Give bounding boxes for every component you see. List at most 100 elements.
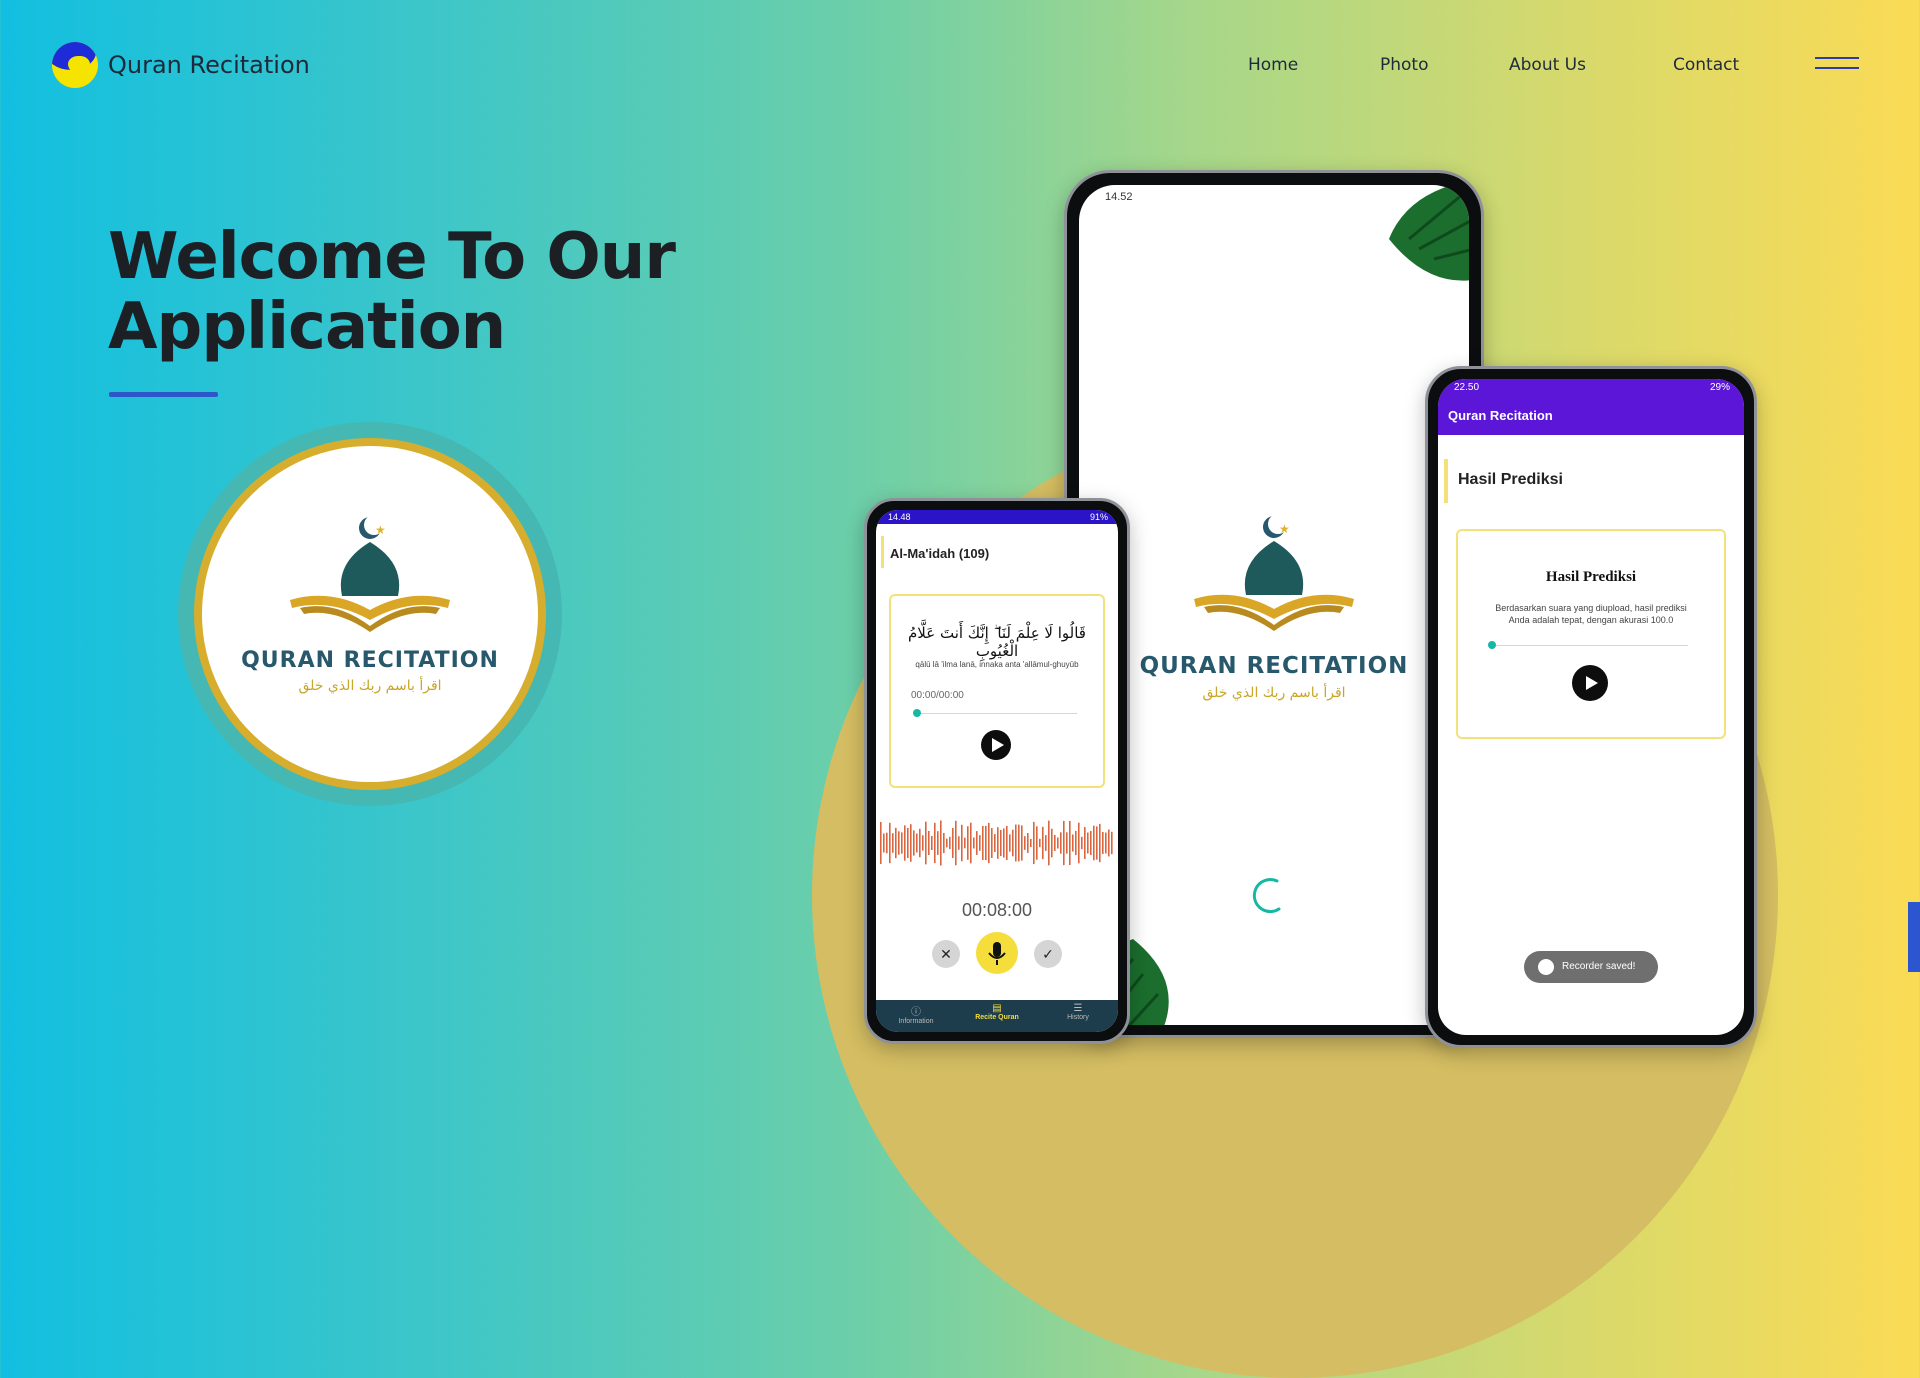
waveform-bar	[898, 831, 900, 855]
waveform-bar	[1090, 831, 1092, 855]
waveform-bar	[901, 832, 903, 854]
waveform-bar	[907, 827, 909, 859]
waveform-bar	[1033, 821, 1035, 865]
waveform-bar	[1018, 824, 1020, 862]
waveform-bar	[952, 828, 954, 858]
history-icon: ☰	[1073, 1003, 1083, 1014]
splash-screen: 14.52 ★ QURAN RECITATION اقرأ باسم ربك ا…	[1079, 185, 1469, 1025]
waveform-bar	[943, 832, 945, 854]
hamburger-menu-icon[interactable]	[1815, 57, 1859, 73]
waveform-bar	[1081, 836, 1083, 850]
toast: Recorder saved!	[1524, 951, 1658, 983]
nav-contact-link[interactable]: Contact	[1673, 55, 1739, 75]
seek-track[interactable]	[913, 713, 1077, 714]
status-battery: 29%	[1709, 382, 1730, 393]
svg-text:★: ★	[1279, 522, 1290, 536]
bottom-nav: ⓘ Information ▤ Recite Quran ☰ History	[876, 1000, 1118, 1032]
waveform-bar	[1063, 820, 1065, 866]
waveform-bar	[910, 824, 912, 862]
waveform-bar	[1099, 823, 1101, 863]
seek-handle[interactable]	[1488, 641, 1496, 649]
waveform-bar	[1009, 834, 1011, 852]
time-progress: 00:00/00:00	[911, 690, 964, 701]
waveform-bar	[1060, 832, 1062, 854]
splash-arabic: اقرأ باسم ربك الذي خلق	[1202, 685, 1346, 701]
record-timer: 00:08:00	[961, 900, 1033, 920]
waveform-bar	[970, 822, 972, 864]
waveform-bar	[1102, 832, 1104, 854]
waveform-bar	[1108, 829, 1110, 857]
toast-text: Recorder saved!	[1562, 961, 1636, 972]
waveform-bar	[1096, 826, 1098, 860]
logo-name: QURAN RECITATION	[241, 648, 499, 673]
transliteration: qālū lā 'ilma lanā, innaka anta 'allāmul…	[915, 660, 1079, 669]
section-title: Hasil Prediksi	[1458, 471, 1563, 488]
mosque-book-icon: ★	[290, 515, 450, 632]
arabic-verse: قَالُوا لَا عِلْمَ لَنَا ۖ إِنَّكَ أَنتَ…	[908, 624, 1086, 660]
status-bar: 14.48 91%	[876, 510, 1118, 524]
waveform-bar	[931, 836, 933, 850]
waveform-bar	[949, 836, 951, 850]
waveform-bar	[967, 826, 969, 860]
app-logo: ★ QURAN RECITATION اقرأ باسم ربك الذي خل…	[202, 446, 538, 782]
waveform-bar	[1015, 824, 1017, 862]
waveform-bar	[1000, 829, 1002, 857]
waveform-bar	[994, 834, 996, 852]
bottom-nav-information[interactable]: ⓘ Information	[876, 1003, 956, 1025]
side-tab[interactable]	[1908, 902, 1920, 972]
status-time: 14.52	[1105, 191, 1133, 203]
waveform-bar	[1069, 820, 1071, 866]
bottom-nav-label: Information	[898, 1018, 934, 1025]
app-bar-title: Quran Recitation	[1438, 397, 1744, 435]
waveform-bar	[964, 837, 966, 849]
hero-title: Welcome To Our Application	[108, 222, 708, 362]
waveform-bar	[940, 820, 942, 866]
bottom-nav-history[interactable]: ☰ History	[1038, 1003, 1118, 1021]
nav-photo-link[interactable]: Photo	[1380, 55, 1429, 75]
waveform-bar	[997, 827, 999, 859]
result-screen: 22.50 29% Quran Recitation Hasil Prediks…	[1438, 379, 1744, 1035]
play-button[interactable]	[1572, 665, 1608, 701]
waveform-bar	[1078, 822, 1080, 864]
brand-logo-icon	[52, 42, 98, 88]
record-mic-button[interactable]	[976, 932, 1018, 974]
waveform-bar	[1036, 826, 1038, 860]
seek-track[interactable]	[1488, 645, 1688, 646]
waveform-bar	[919, 828, 921, 858]
waveform-bar	[1006, 826, 1008, 860]
cancel-record-button[interactable]: ✕	[932, 940, 960, 968]
status-time: 22.50	[1454, 382, 1480, 393]
confirm-record-button[interactable]: ✓	[1034, 940, 1062, 968]
waveform-bar	[973, 837, 975, 849]
prediction-card: Hasil Prediksi Berdasarkan suara yang di…	[1456, 529, 1726, 739]
splash-app-name: QURAN RECITATION	[1139, 653, 1409, 679]
waveform-bar	[1039, 838, 1041, 848]
waveform-bar	[1021, 825, 1023, 861]
logo-arabic: اقرأ باسم ربك الذي خلق	[298, 678, 442, 694]
section-accent	[881, 536, 884, 568]
bottom-nav-label: History	[1067, 1014, 1089, 1021]
waveform-bar	[889, 822, 891, 864]
seek-handle[interactable]	[913, 709, 921, 717]
waveform-bar	[883, 833, 885, 853]
waveform-bar	[958, 836, 960, 850]
nav-about-link[interactable]: About Us	[1509, 55, 1586, 75]
phone-right: 22.50 29% Quran Recitation Hasil Prediks…	[1425, 366, 1757, 1048]
waveform-bar	[946, 838, 948, 848]
surah-title: Al-Ma'idah (109)	[890, 546, 990, 561]
nav-home-link[interactable]: Home	[1248, 55, 1298, 75]
waveform-bar	[979, 835, 981, 851]
status-bar: 22.50 29%	[1438, 379, 1744, 397]
waveform-bar	[955, 820, 957, 866]
waveform-bar	[886, 832, 888, 854]
brand[interactable]: Quran Recitation	[52, 42, 310, 88]
bottom-nav-recite[interactable]: ▤ Recite Quran	[956, 1003, 1038, 1021]
hero-title-line-2: Application	[108, 290, 506, 364]
play-button[interactable]	[981, 730, 1011, 760]
waveform-bar	[934, 822, 936, 864]
mosque-book-icon: ★	[1194, 514, 1354, 631]
bottom-nav-label: Recite Quran	[975, 1014, 1019, 1021]
waveform-bar	[1105, 832, 1107, 854]
waveform-bar	[1051, 828, 1053, 858]
book-icon: ▤	[992, 1003, 1002, 1014]
